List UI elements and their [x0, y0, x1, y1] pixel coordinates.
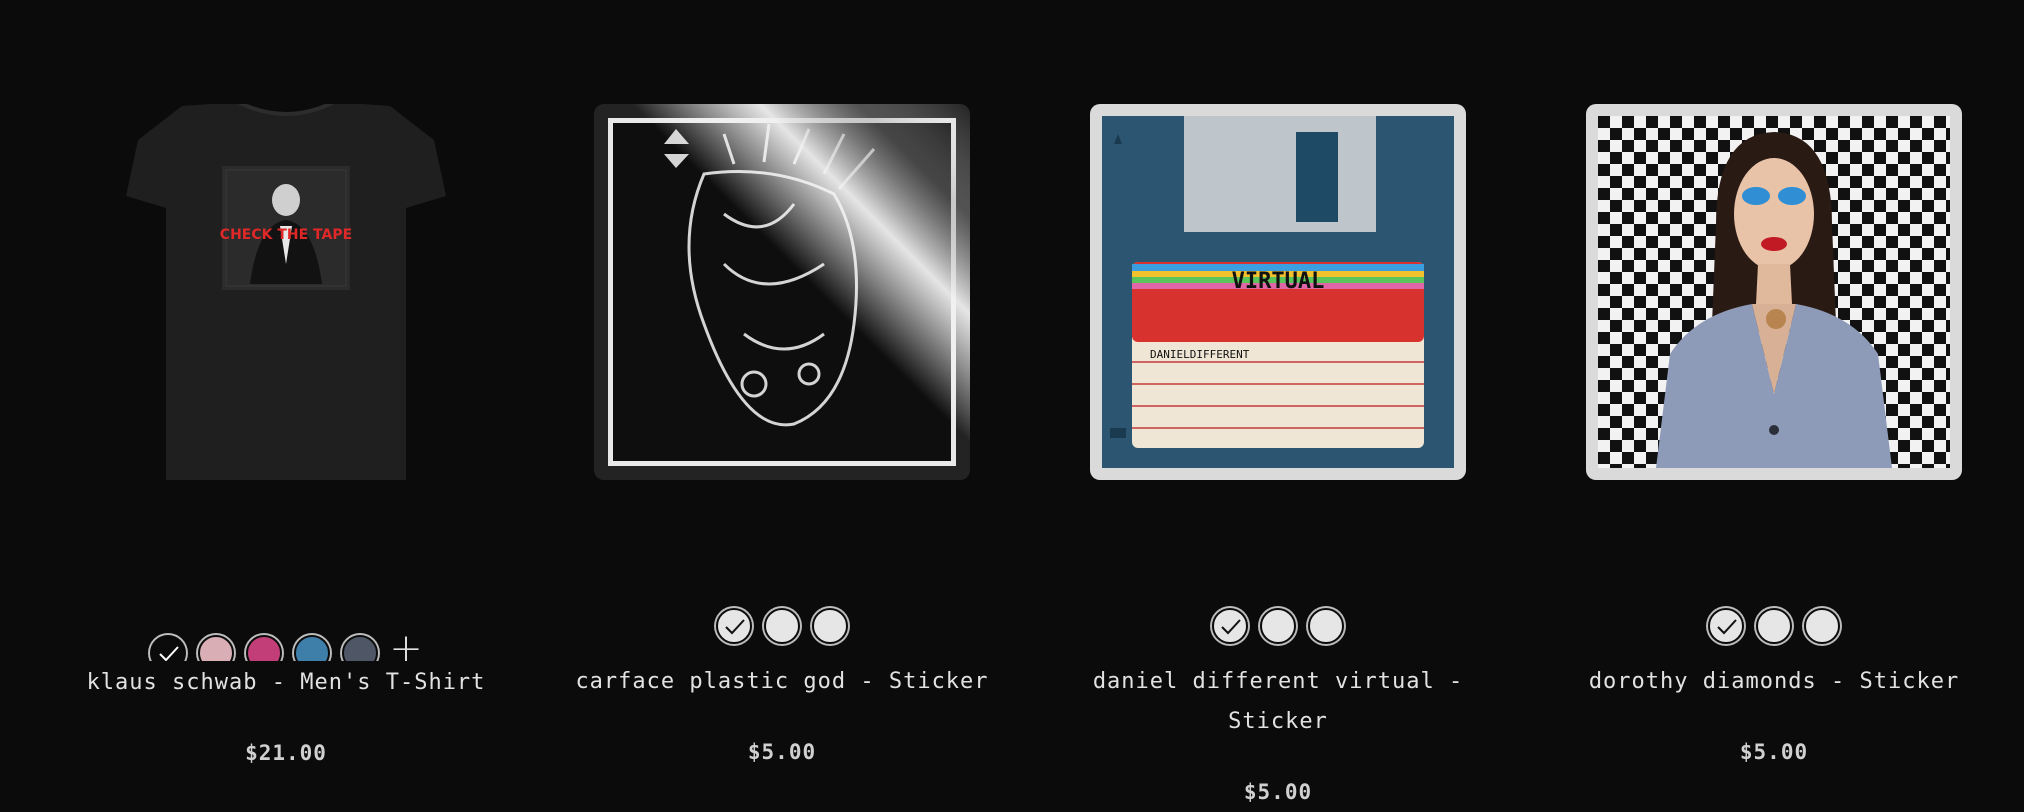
product-card-floppy: VIRTUAL DANIELDIFFERENT daniel different…: [1030, 0, 1526, 812]
product-card-tshirt: CHECK THE TAPE + klaus schwab - Men's T-…: [38, 0, 534, 812]
swatch-option-2[interactable]: [1260, 608, 1296, 644]
swatch-option-3[interactable]: [1804, 608, 1840, 644]
swatch-black[interactable]: [150, 635, 186, 661]
checkmark-icon: [725, 619, 745, 635]
color-swatches: [1030, 606, 1526, 646]
product-title[interactable]: daniel different virtual - Sticker: [1070, 662, 1486, 742]
swatch-option-2[interactable]: [1756, 608, 1792, 644]
product-price: $5.00: [1243, 780, 1313, 804]
swatch-option-3[interactable]: [1308, 608, 1344, 644]
swatch-option-1[interactable]: [1708, 608, 1744, 644]
product-title[interactable]: dorothy diamonds - Sticker: [1566, 662, 1982, 702]
swatch-pink[interactable]: [198, 635, 234, 661]
color-swatches: [1526, 606, 2022, 646]
shirt-print-text: CHECK THE TAPE: [220, 227, 352, 243]
swatch-option-2[interactable]: [764, 608, 800, 644]
product-price: $5.00: [747, 740, 817, 764]
color-swatches: [534, 606, 1030, 646]
swatch-option-1[interactable]: [1212, 608, 1248, 644]
swatch-option-1[interactable]: [716, 608, 752, 644]
swatch-slate[interactable]: [342, 635, 378, 661]
product-image-tshirt[interactable]: CHECK THE TAPE: [98, 104, 474, 480]
swatch-magenta[interactable]: [246, 635, 282, 661]
floppy-label-line: DANIELDIFFERENT: [1150, 348, 1250, 361]
product-price: $21.00: [245, 741, 327, 765]
product-image-floppy[interactable]: VIRTUAL DANIELDIFFERENT: [1090, 104, 1466, 480]
product-title[interactable]: klaus schwab - Men's T-Shirt: [78, 663, 494, 703]
tshirt-image: CHECK THE TAPE: [126, 104, 446, 480]
sticker-image-floppy: VIRTUAL DANIELDIFFERENT: [1090, 104, 1466, 480]
sticker-image-dorothy: [1586, 104, 1962, 480]
swatch-option-3[interactable]: [812, 608, 848, 644]
color-swatches: +: [38, 633, 534, 661]
product-card-carface: carface plastic god - Sticker $5.00: [534, 0, 1030, 812]
product-title[interactable]: carface plastic god - Sticker: [574, 662, 990, 702]
swatch-blue[interactable]: [294, 635, 330, 661]
sticker-image-carface: [594, 104, 970, 480]
product-image-dorothy[interactable]: [1586, 104, 1962, 480]
checkmark-icon: [159, 646, 179, 661]
product-price: $5.00: [1739, 740, 1809, 764]
checkmark-icon: [1221, 619, 1241, 635]
product-image-carface[interactable]: [594, 104, 970, 480]
more-colors-button[interactable]: +: [388, 633, 424, 661]
checkmark-icon: [1717, 619, 1737, 635]
floppy-label-title: VIRTUAL: [1232, 269, 1325, 294]
product-card-dorothy: dorothy diamonds - Sticker $5.00: [1526, 0, 2022, 812]
